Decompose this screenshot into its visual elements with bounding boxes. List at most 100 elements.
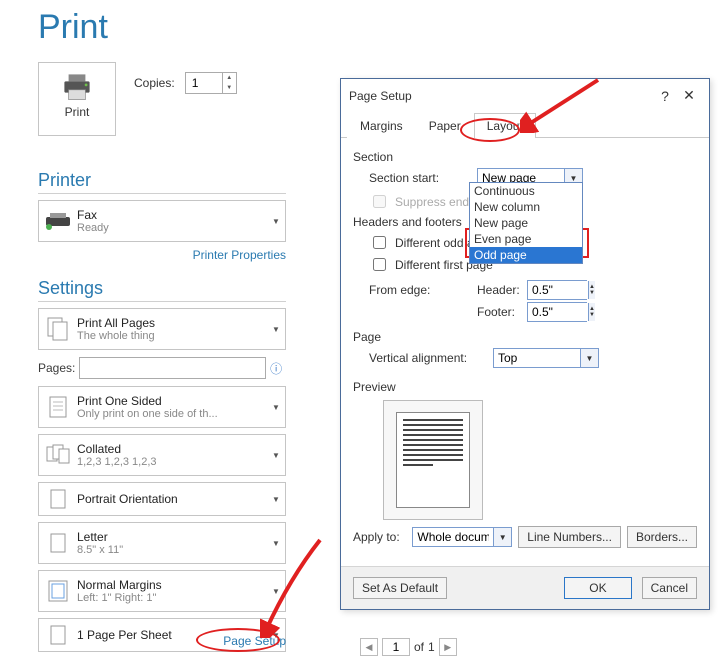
- help-button[interactable]: ?: [653, 88, 677, 104]
- print-range-selector[interactable]: Print All Pages The whole thing ▼: [38, 308, 286, 350]
- printer-properties-link[interactable]: Printer Properties: [193, 248, 286, 262]
- prev-page-button[interactable]: ◀: [360, 638, 378, 656]
- printer-name: Fax: [77, 208, 267, 222]
- chevron-down-icon: ▼: [267, 483, 285, 515]
- chevron-down-icon: ▼: [267, 201, 285, 241]
- spinner-icon[interactable]: ▲▼: [588, 281, 595, 299]
- collate-main: Collated: [77, 442, 267, 456]
- spinner-up-icon[interactable]: ▲: [223, 73, 236, 83]
- print-range-main: Print All Pages: [77, 316, 267, 330]
- option-new-page[interactable]: New page: [470, 215, 582, 231]
- margins-icon: [39, 571, 77, 611]
- header-spinner[interactable]: ▲▼: [527, 280, 587, 300]
- tab-layout[interactable]: Layout: [474, 113, 536, 138]
- borders-button[interactable]: Borders...: [627, 526, 697, 548]
- margins-selector[interactable]: Normal Margins Left: 1" Right: 1" ▼: [38, 570, 286, 612]
- page-setup-link[interactable]: Page Setup: [223, 634, 286, 648]
- apply-to-combo[interactable]: ▼: [412, 527, 512, 547]
- paper-main: Letter: [77, 530, 267, 544]
- page-setup-dialog: Page Setup ? ✕ Margins Paper Layout Sect…: [340, 78, 710, 610]
- pages-label: Pages:: [38, 361, 79, 375]
- valign-combo[interactable]: ▼: [493, 348, 599, 368]
- orientation-selector[interactable]: Portrait Orientation ▼: [38, 482, 286, 516]
- page-navigator: ◀ of 1 ▶: [360, 638, 457, 656]
- tab-paper[interactable]: Paper: [416, 113, 474, 138]
- pages-icon: [39, 309, 77, 349]
- page-total: 1: [428, 640, 435, 654]
- sides-sub: Only print on one side of th...: [77, 408, 267, 420]
- different-odd-even-label: Different odd an: [395, 236, 480, 250]
- copies-spinner[interactable]: ▲ ▼: [185, 72, 237, 94]
- section-group-label: Section: [353, 150, 697, 164]
- preview-box: [383, 400, 483, 520]
- option-odd-page[interactable]: Odd page: [470, 247, 582, 263]
- header-value[interactable]: [528, 281, 588, 299]
- chevron-down-icon: ▼: [267, 309, 285, 349]
- preview-label: Preview: [353, 380, 697, 394]
- dialog-title: Page Setup: [349, 89, 653, 103]
- valign-value[interactable]: [494, 349, 580, 367]
- next-page-button[interactable]: ▶: [439, 638, 457, 656]
- sides-main: Print One Sided: [77, 394, 267, 408]
- spinner-icon[interactable]: ▲▼: [588, 303, 595, 321]
- print-button[interactable]: Print: [38, 62, 116, 136]
- print-range-sub: The whole thing: [77, 330, 267, 342]
- apply-to-value[interactable]: [413, 528, 493, 546]
- paper-icon: [39, 523, 77, 563]
- margins-main: Normal Margins: [77, 578, 267, 592]
- pages-input[interactable]: [79, 357, 266, 379]
- option-continuous[interactable]: Continuous: [470, 183, 582, 199]
- ok-button[interactable]: OK: [564, 577, 631, 599]
- print-button-label: Print: [39, 105, 115, 119]
- apply-to-label: Apply to:: [353, 530, 406, 544]
- settings-section-header: Settings: [38, 278, 286, 302]
- close-button[interactable]: ✕: [677, 87, 701, 104]
- section-start-dropdown[interactable]: Continuous New column New page Even page…: [469, 182, 583, 264]
- valign-label: Vertical alignment:: [369, 351, 485, 365]
- chevron-down-icon[interactable]: ▼: [580, 349, 598, 367]
- chevron-down-icon: ▼: [267, 571, 285, 611]
- printer-icon: [60, 73, 94, 101]
- set-as-default-button[interactable]: Set As Default: [353, 577, 447, 599]
- suppress-endnotes-checkbox: [373, 195, 386, 208]
- printer-selector[interactable]: Fax Ready ▼: [38, 200, 286, 242]
- footer-value[interactable]: [528, 303, 588, 321]
- margins-sub: Left: 1" Right: 1": [77, 592, 267, 604]
- of-label: of: [414, 640, 424, 654]
- paper-sub: 8.5" x 11": [77, 544, 267, 556]
- orientation-main: Portrait Orientation: [77, 492, 267, 506]
- from-edge-label: From edge:: [369, 283, 469, 297]
- info-icon[interactable]: ⓘ: [266, 360, 286, 377]
- cancel-button[interactable]: Cancel: [642, 577, 697, 599]
- page-title: Print: [38, 8, 108, 47]
- page-group-label: Page: [353, 330, 697, 344]
- preview-page-icon: [396, 412, 470, 508]
- collate-sub: 1,2,3 1,2,3 1,2,3: [77, 456, 267, 468]
- chevron-down-icon: ▼: [267, 387, 285, 427]
- one-sided-icon: [39, 387, 77, 427]
- tab-margins[interactable]: Margins: [347, 113, 416, 138]
- printer-status: Ready: [77, 222, 267, 234]
- different-first-page-checkbox[interactable]: [373, 258, 386, 271]
- chevron-down-icon[interactable]: ▼: [493, 528, 511, 546]
- copies-label: Copies:: [134, 76, 175, 90]
- option-even-page[interactable]: Even page: [470, 231, 582, 247]
- collated-icon: [39, 435, 77, 475]
- sides-selector[interactable]: Print One Sided Only print on one side o…: [38, 386, 286, 428]
- paper-size-selector[interactable]: Letter 8.5" x 11" ▼: [38, 522, 286, 564]
- line-numbers-button[interactable]: Line Numbers...: [518, 526, 621, 548]
- header-label: Header:: [477, 283, 519, 297]
- chevron-down-icon: ▼: [267, 523, 285, 563]
- portrait-icon: [39, 483, 77, 515]
- different-odd-even-checkbox[interactable]: [373, 236, 386, 249]
- footer-spinner[interactable]: ▲▼: [527, 302, 587, 322]
- chevron-down-icon: ▼: [267, 435, 285, 475]
- page-number-input[interactable]: [382, 638, 410, 656]
- copies-input[interactable]: [186, 73, 222, 93]
- section-start-label: Section start:: [369, 171, 469, 185]
- printer-status-icon: [39, 201, 77, 241]
- option-new-column[interactable]: New column: [470, 199, 582, 215]
- collate-selector[interactable]: Collated 1,2,3 1,2,3 1,2,3 ▼: [38, 434, 286, 476]
- printer-section-header: Printer: [38, 170, 286, 194]
- spinner-down-icon[interactable]: ▼: [223, 83, 236, 93]
